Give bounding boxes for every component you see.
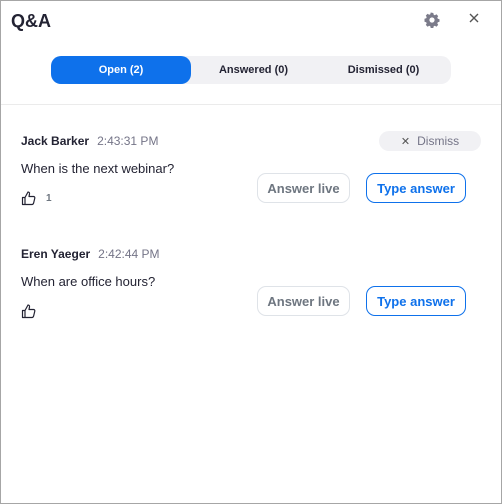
qa-window: Q&A Open (2) Answered (0) Dismissed (0) … (0, 0, 502, 504)
tab-open[interactable]: Open (2) (51, 56, 191, 84)
upvote-button[interactable]: 1 (21, 189, 52, 207)
question-author-row: Eren Yaeger 2:42:44 PM (21, 247, 160, 261)
question-time: 2:42:44 PM (98, 247, 160, 261)
window-title: Q&A (11, 11, 51, 31)
question-item: Jack Barker 2:43:31 PM ✕ Dismiss When is … (21, 131, 483, 224)
divider (1, 104, 501, 105)
question-author-row: Jack Barker 2:43:31 PM (21, 134, 158, 148)
gear-icon[interactable] (424, 12, 440, 28)
type-answer-button[interactable]: Type answer (366, 173, 466, 203)
answer-live-button[interactable]: Answer live (257, 286, 350, 316)
question-text: When is the next webinar? (21, 161, 175, 176)
tab-dismissed[interactable]: Dismissed (0) (316, 56, 451, 84)
question-item: Eren Yaeger 2:42:44 PM When are office ho… (21, 247, 483, 337)
thumbs-up-icon (21, 304, 36, 319)
thumbs-up-icon (21, 191, 36, 206)
question-author: Eren Yaeger (21, 247, 91, 261)
close-icon: ✕ (400, 135, 411, 148)
question-time: 2:43:31 PM (97, 134, 159, 148)
close-icon[interactable] (466, 10, 482, 26)
answer-live-button[interactable]: Answer live (257, 173, 350, 203)
tab-bar: Open (2) Answered (0) Dismissed (0) (51, 56, 451, 84)
question-author: Jack Barker (21, 134, 90, 148)
upvote-count: 1 (46, 192, 52, 204)
upvote-button[interactable] (21, 302, 37, 320)
tab-answered[interactable]: Answered (0) (191, 56, 316, 84)
dismiss-label: Dismiss (417, 134, 460, 148)
type-answer-button[interactable]: Type answer (366, 286, 466, 316)
question-text: When are office hours? (21, 274, 156, 289)
dismiss-button[interactable]: ✕ Dismiss (379, 131, 481, 151)
